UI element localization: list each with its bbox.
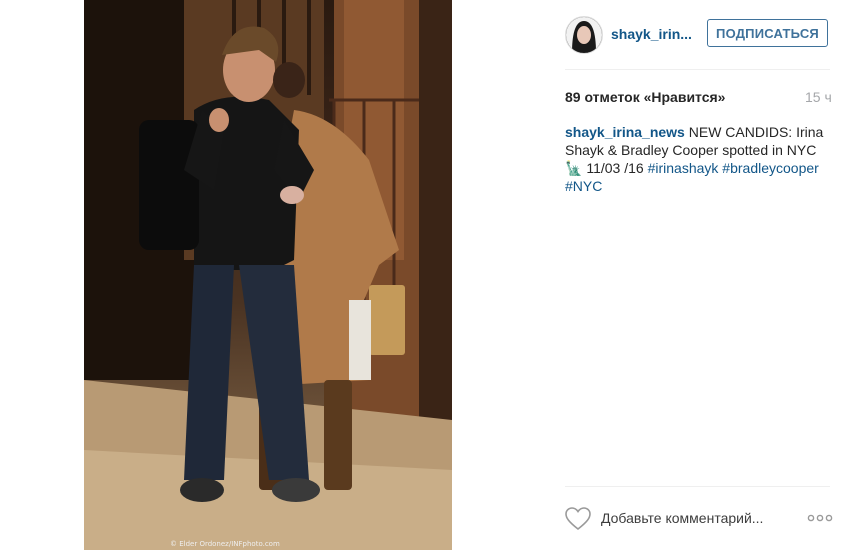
post-header: shayk_irin... ПОДПИСАТЬСЯ	[537, 0, 847, 68]
comment-bar: Добавьте комментарий...	[565, 505, 835, 533]
comment-input[interactable]: Добавьте комментарий...	[601, 510, 763, 526]
follow-button[interactable]: ПОДПИСАТЬСЯ	[707, 19, 828, 47]
hashtag-link[interactable]: #NYC	[565, 178, 602, 194]
hashtag-link[interactable]: #irinashayk	[648, 160, 719, 176]
avatar[interactable]	[565, 16, 603, 54]
caption-author-link[interactable]: shayk_irina_news	[565, 124, 685, 140]
photo-credit: © Elder Ordonez/INFphoto.com	[170, 540, 280, 548]
likes-count[interactable]: 89 отметок «Нравится»	[565, 89, 725, 105]
post-caption: shayk_irina_news NEW CANDIDS: Irina Shay…	[565, 123, 835, 195]
heart-icon[interactable]	[565, 507, 591, 531]
more-options-icon[interactable]	[807, 509, 833, 527]
photo-illustration	[84, 0, 452, 550]
photo-area: © Elder Ordonez/INFphoto.com	[0, 0, 537, 550]
username-link[interactable]: shayk_irin...	[611, 26, 692, 42]
hashtag-link[interactable]: #bradleycooper	[722, 160, 819, 176]
header-divider	[565, 69, 830, 70]
post-time[interactable]: 15 ч	[805, 89, 832, 105]
post-sidebar: shayk_irin... ПОДПИСАТЬСЯ 89 отметок «Нр…	[537, 0, 847, 550]
avatar-image	[566, 17, 602, 53]
statue-of-liberty-icon: 🗽	[565, 160, 583, 176]
comment-divider	[565, 486, 830, 487]
caption-date: 11/03 /16	[582, 160, 648, 176]
post-photo[interactable]: © Elder Ordonez/INFphoto.com	[84, 0, 452, 550]
